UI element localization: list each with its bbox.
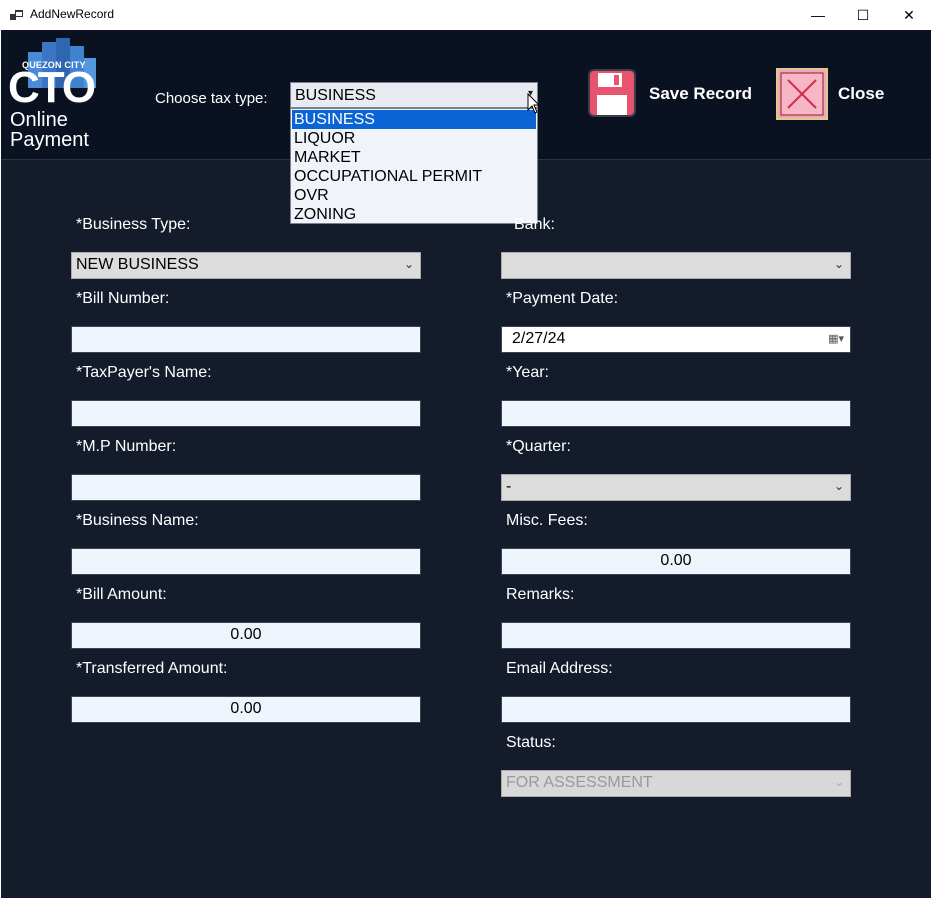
tax-type-selected-value: BUSINESS — [295, 87, 376, 104]
bill-number-input[interactable] — [71, 326, 421, 353]
taxpayer-name-label: *TaxPayer's Name: — [76, 364, 212, 381]
close-x-icon — [776, 68, 828, 120]
maximize-button[interactable]: ☐ — [840, 0, 886, 30]
taxpayer-name-input[interactable] — [71, 400, 421, 427]
email-address-input[interactable] — [501, 696, 851, 723]
quarter-label: *Quarter: — [506, 438, 571, 455]
tax-type-options-list[interactable]: BUSINESS LIQUOR MARKET OCCUPATIONAL PERM… — [290, 108, 538, 224]
payment-date-label: *Payment Date: — [506, 290, 619, 307]
window-close-button[interactable]: ✕ — [886, 0, 932, 30]
choose-tax-type-label: Choose tax type: — [155, 90, 268, 107]
status-dropdown: FOR ASSESSMENT ⌄ — [501, 770, 851, 797]
status-value: FOR ASSESSMENT — [506, 774, 653, 791]
app-window-icon — [10, 10, 23, 20]
tax-type-option-zoning[interactable]: ZONING — [292, 205, 536, 224]
bank-dropdown[interactable]: ⌄ — [501, 252, 851, 279]
save-record-label: Save Record — [649, 84, 752, 103]
transferred-amount-input[interactable]: 0.00 — [71, 696, 421, 723]
bill-amount-label: *Bill Amount: — [76, 586, 167, 603]
bill-amount-input[interactable]: 0.00 — [71, 622, 421, 649]
year-input[interactable] — [501, 400, 851, 427]
close-button[interactable]: Close — [776, 68, 896, 120]
logo-cto-text: CTO — [8, 63, 96, 112]
business-type-label: *Business Type: — [76, 216, 191, 233]
misc-fees-label: Misc. Fees: — [506, 512, 588, 529]
remarks-input[interactable] — [501, 622, 851, 649]
minimize-button[interactable]: — — [795, 0, 841, 30]
calendar-icon[interactable]: ▦▾ — [828, 332, 844, 345]
business-name-input[interactable] — [71, 548, 421, 575]
business-type-value: NEW BUSINESS — [76, 256, 199, 273]
chevron-down-icon: ⌄ — [833, 479, 844, 493]
bank-label: Bank: — [514, 216, 555, 233]
tax-type-dropdown[interactable]: BUSINESS ▾ — [290, 82, 538, 108]
tax-type-option-business[interactable]: BUSINESS — [292, 110, 536, 129]
misc-fees-input[interactable]: 0.00 — [501, 548, 851, 575]
tax-type-option-liquor[interactable]: LIQUOR — [292, 129, 536, 148]
mp-number-label: *M.P Number: — [76, 438, 177, 455]
payment-date-value: 2/27/24 — [512, 330, 566, 347]
logo-online-text: Online — [10, 109, 68, 131]
transferred-amount-label: *Transferred Amount: — [76, 660, 228, 677]
bill-number-label: *Bill Number: — [76, 290, 170, 307]
payment-date-picker[interactable]: 2/27/24 ▦▾ — [501, 326, 851, 353]
quarter-dropdown[interactable]: - ⌄ — [501, 474, 851, 501]
close-label: Close — [838, 84, 885, 103]
title-bar: AddNewRecord — ☐ ✕ — [0, 0, 932, 30]
chevron-down-icon: ⌄ — [833, 257, 844, 271]
chevron-down-icon: ⌄ — [833, 775, 844, 789]
tax-type-option-market[interactable]: MARKET — [292, 148, 536, 167]
email-address-label: Email Address: — [506, 660, 613, 677]
save-record-button[interactable]: Save Record — [588, 69, 758, 119]
mouse-cursor-icon — [527, 93, 541, 114]
tax-type-option-ovr[interactable]: OVR — [292, 186, 536, 205]
tax-type-option-occupational-permit[interactable]: OCCUPATIONAL PERMIT — [292, 167, 536, 186]
window-title: AddNewRecord — [30, 7, 115, 21]
remarks-label: Remarks: — [506, 586, 575, 603]
year-label: *Year: — [506, 364, 549, 381]
logo-payment-text: Payment — [10, 129, 89, 151]
quarter-value: - — [506, 478, 512, 495]
status-label: Status: — [506, 734, 556, 751]
chevron-down-icon: ⌄ — [403, 257, 414, 271]
mp-number-input[interactable] — [71, 474, 421, 501]
floppy-disk-icon — [588, 69, 636, 117]
business-name-label: *Business Name: — [76, 512, 199, 529]
business-type-dropdown[interactable]: NEW BUSINESS ⌄ — [71, 252, 421, 279]
